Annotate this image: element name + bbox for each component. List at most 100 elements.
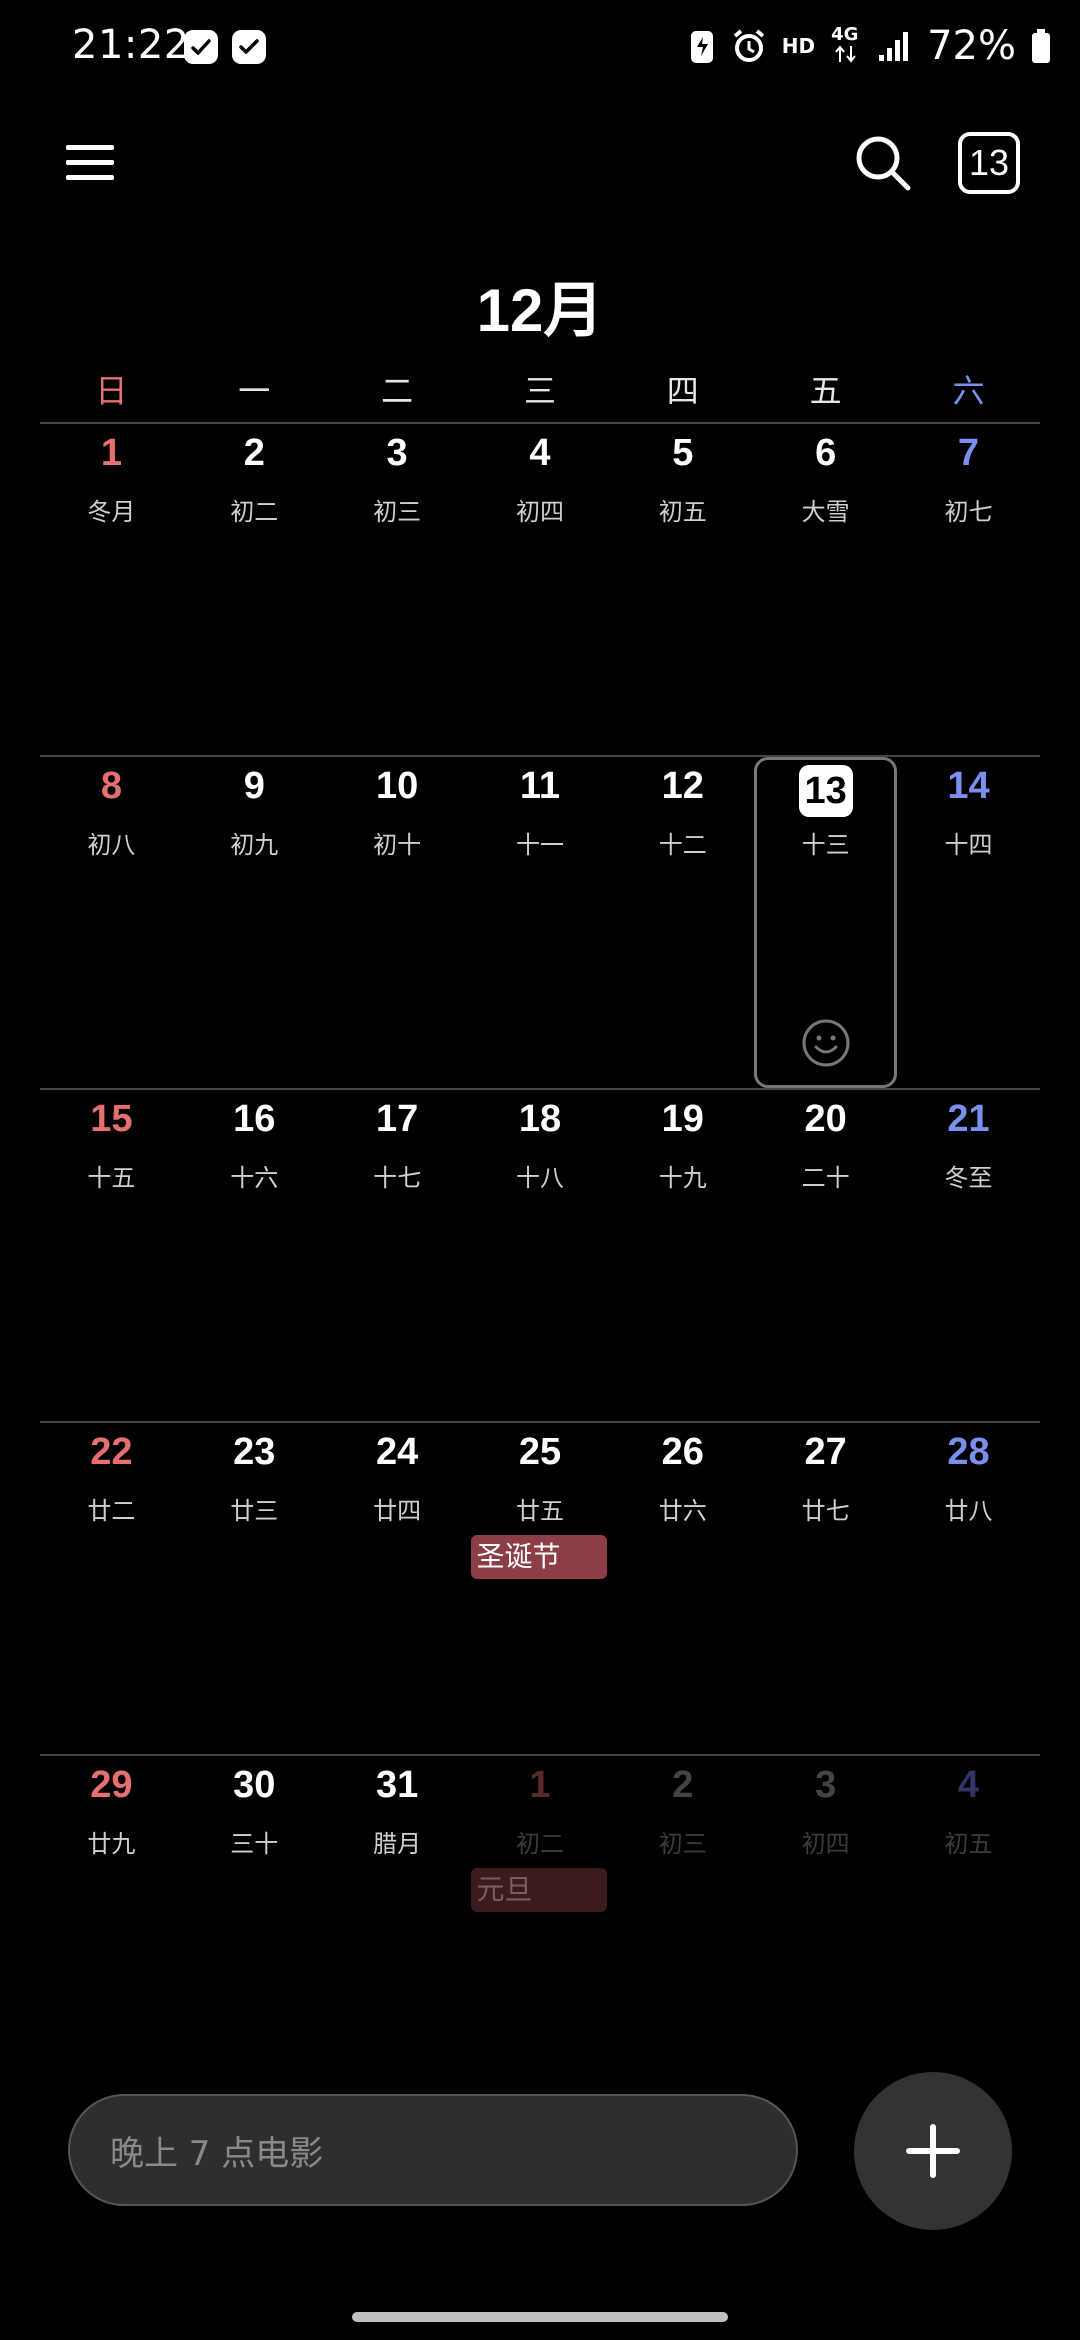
day-cell[interactable]: 9 初九: [183, 757, 326, 1088]
status-time: 21:22: [72, 22, 190, 68]
lunar-date: 初四: [515, 498, 564, 526]
next-month-day-cell[interactable]: 4 初五: [897, 1756, 1040, 2087]
day-cell[interactable]: 16 十六: [183, 1090, 326, 1421]
lunar-date: 三十: [230, 1830, 279, 1858]
lunar-date: 初九: [230, 831, 279, 859]
lunar-date: 廿二: [87, 1497, 136, 1525]
lunar-date: 大雪: [801, 498, 850, 526]
data-type-label: 4G: [831, 24, 859, 45]
status-bar: 21:22 HD 4G 72%: [0, 0, 1080, 96]
data-arrows-icon: [835, 45, 856, 63]
day-cell[interactable]: 26 廿六: [611, 1423, 754, 1754]
weekday-monday: 一: [238, 372, 271, 410]
day-cell[interactable]: 5 初五: [611, 424, 754, 755]
lunar-date: 十一: [515, 831, 564, 859]
day-number: 21: [947, 1098, 990, 1140]
day-cell[interactable]: 3 初三: [326, 424, 469, 755]
day-cell[interactable]: 29 廿九: [40, 1756, 183, 2087]
lunar-date: 初四: [801, 1830, 850, 1858]
day-cell[interactable]: 14 十四: [897, 757, 1040, 1088]
day-cell[interactable]: 12 十二: [611, 757, 754, 1088]
lunar-date: 冬至: [944, 1164, 993, 1192]
day-number: 8: [100, 765, 122, 807]
lunar-date: 十五: [87, 1164, 136, 1192]
day-cell[interactable]: 2 初二: [183, 424, 326, 755]
lunar-date: 二十: [801, 1164, 850, 1192]
day-cell[interactable]: 17 十七: [326, 1090, 469, 1421]
day-number: 4: [957, 1764, 980, 1806]
weekday-header: 日 一 二 三 四 五 六: [40, 366, 1040, 422]
day-cell[interactable]: 30 三十: [183, 1756, 326, 2087]
weekday-sunday: 日: [95, 372, 128, 410]
lunar-date: 十三: [801, 831, 850, 859]
mobile-data-indicator: 4G: [829, 24, 863, 66]
day-cell[interactable]: 22 廿二: [40, 1423, 183, 1754]
day-cell[interactable]: 10 初十: [326, 757, 469, 1088]
lunar-date: 廿七: [801, 1497, 850, 1525]
add-event-button[interactable]: [854, 2072, 1012, 2230]
week-row: 29 廿九 30 三十 31 腊月 1 初二 元旦 2 初三 3 初四 4 初五: [40, 1754, 1040, 2087]
lunar-date: 初五: [944, 1830, 993, 1858]
day-cell[interactable]: 20 二十: [754, 1090, 897, 1421]
day-cell[interactable]: 6 大雪: [754, 424, 897, 755]
day-number: 4: [529, 432, 551, 474]
day-cell[interactable]: 31 腊月: [326, 1756, 469, 2087]
next-month-day-cell[interactable]: 1 初二 元旦: [469, 1756, 612, 2087]
lunar-date: 廿八: [944, 1497, 993, 1525]
week-row: 15 十五 16 十六 17 十七 18 十八 19 十九 20 二十 21 冬…: [40, 1088, 1040, 1421]
day-cell[interactable]: 27 廿七: [754, 1423, 897, 1754]
weekday-tuesday: 二: [381, 372, 414, 410]
lunar-date: 腊月: [373, 1830, 422, 1858]
day-number: 10: [375, 765, 419, 807]
lunar-date: 廿九: [87, 1830, 136, 1858]
search-button[interactable]: [850, 130, 916, 196]
battery-percentage: 72%: [927, 23, 1016, 69]
lunar-date: 廿六: [658, 1497, 707, 1525]
day-cell[interactable]: 28 廿八: [897, 1423, 1040, 1754]
lunar-date: 十二: [658, 831, 707, 859]
day-number: 18: [518, 1098, 562, 1140]
day-number: 19: [661, 1098, 704, 1140]
day-number: 15: [90, 1098, 133, 1140]
day-cell[interactable]: 15 十五: [40, 1090, 183, 1421]
day-cell[interactable]: 24 廿四: [326, 1423, 469, 1754]
quick-add-event-input[interactable]: 晚上 7 点电影: [68, 2094, 798, 2206]
day-number: 30: [233, 1764, 276, 1806]
weekday-friday: 五: [809, 372, 842, 410]
lunar-date: 十四: [944, 831, 993, 859]
month-title[interactable]: 12月: [0, 262, 1080, 349]
day-number: 1: [100, 432, 122, 474]
today-button[interactable]: 13: [958, 132, 1020, 194]
day-cell[interactable]: 4 初四: [469, 424, 612, 755]
menu-button[interactable]: [60, 132, 122, 194]
day-number: 16: [233, 1098, 276, 1140]
holiday-event-chip[interactable]: 元旦: [470, 1868, 607, 1912]
day-number: 6: [815, 432, 837, 474]
day-cell[interactable]: 18 十八: [469, 1090, 612, 1421]
day-number: 17: [375, 1098, 419, 1140]
lunar-date: 冬月: [87, 498, 136, 526]
day-cell[interactable]: 8 初八: [40, 757, 183, 1088]
day-cell[interactable]: 1 冬月: [40, 424, 183, 755]
week-row: 22 廿二 23 廿三 24 廿四 25 廿五 圣诞节 26 廿六 27 廿七 …: [40, 1421, 1040, 1754]
lunar-date: 初二: [230, 498, 279, 526]
day-cell[interactable]: 23 廿三: [183, 1423, 326, 1754]
day-cell[interactable]: 11 十一: [469, 757, 612, 1088]
lunar-date: 十七: [373, 1164, 422, 1192]
day-number: 27: [804, 1431, 847, 1473]
day-cell[interactable]: 19 十九: [611, 1090, 754, 1421]
lunar-date: 廿五: [515, 1497, 564, 1525]
hd-voice-label: HD: [781, 34, 816, 58]
week-row: 1 冬月 2 初二 3 初三 4 初四 5 初五 6 大雪 7 初七: [40, 422, 1040, 755]
today-cell[interactable]: 13 十三: [754, 757, 898, 1088]
next-month-day-cell[interactable]: 3 初四: [754, 1756, 897, 2087]
search-icon: [856, 136, 911, 191]
home-gesture-bar[interactable]: [352, 2312, 728, 2322]
day-cell[interactable]: 21 冬至: [897, 1090, 1040, 1421]
day-cell[interactable]: 7 初七: [897, 424, 1040, 755]
next-month-day-cell[interactable]: 2 初三: [611, 1756, 754, 2087]
day-number: 20: [804, 1098, 847, 1140]
holiday-event-chip[interactable]: 圣诞节: [470, 1535, 607, 1579]
day-number: 24: [375, 1431, 419, 1473]
day-cell[interactable]: 25 廿五 圣诞节: [469, 1423, 612, 1754]
